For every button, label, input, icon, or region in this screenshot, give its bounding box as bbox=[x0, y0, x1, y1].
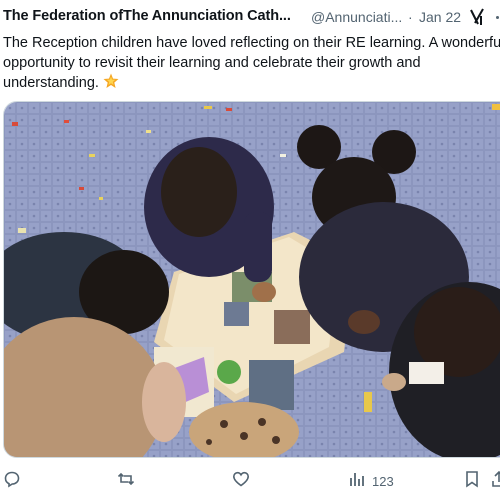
glowing-star-icon bbox=[103, 73, 119, 95]
author-name[interactable]: The Federation ofThe Annunciation Cath..… bbox=[3, 8, 291, 24]
views-count: 123 bbox=[372, 473, 394, 489]
reply-button[interactable] bbox=[3, 470, 21, 492]
tweet-text-line: opportunity to revisit their learning an… bbox=[3, 55, 421, 71]
tweet-header: The Federation ofThe Annunciation Cath..… bbox=[3, 8, 500, 28]
like-button[interactable] bbox=[232, 470, 250, 492]
heart-icon bbox=[232, 470, 250, 493]
author-handle[interactable]: @Annunciati... bbox=[311, 9, 402, 25]
share-icon bbox=[490, 470, 500, 493]
share-button[interactable] bbox=[490, 470, 500, 492]
tweet-text: The Reception children have loved reflec… bbox=[3, 33, 500, 93]
retweet-icon bbox=[117, 470, 135, 493]
tweet-date[interactable]: Jan 22 bbox=[419, 9, 461, 25]
grok-icon[interactable] bbox=[469, 8, 487, 26]
header-separator: · bbox=[408, 9, 413, 25]
tweet-actions: 123 bbox=[0, 470, 500, 494]
more-icon[interactable] bbox=[496, 16, 499, 19]
tweet-photo[interactable] bbox=[3, 101, 500, 458]
tweet-text-line: The Reception children have loved reflec… bbox=[3, 35, 500, 51]
views-bar-icon bbox=[348, 470, 366, 493]
views-button[interactable]: 123 bbox=[348, 470, 394, 492]
bookmark-button[interactable] bbox=[463, 470, 481, 492]
reply-icon bbox=[3, 470, 21, 493]
tweet-text-line-last: understanding. bbox=[3, 73, 500, 93]
retweet-button[interactable] bbox=[117, 470, 135, 492]
tweet-text-line: understanding. bbox=[3, 75, 99, 91]
bookmark-icon bbox=[463, 470, 481, 493]
